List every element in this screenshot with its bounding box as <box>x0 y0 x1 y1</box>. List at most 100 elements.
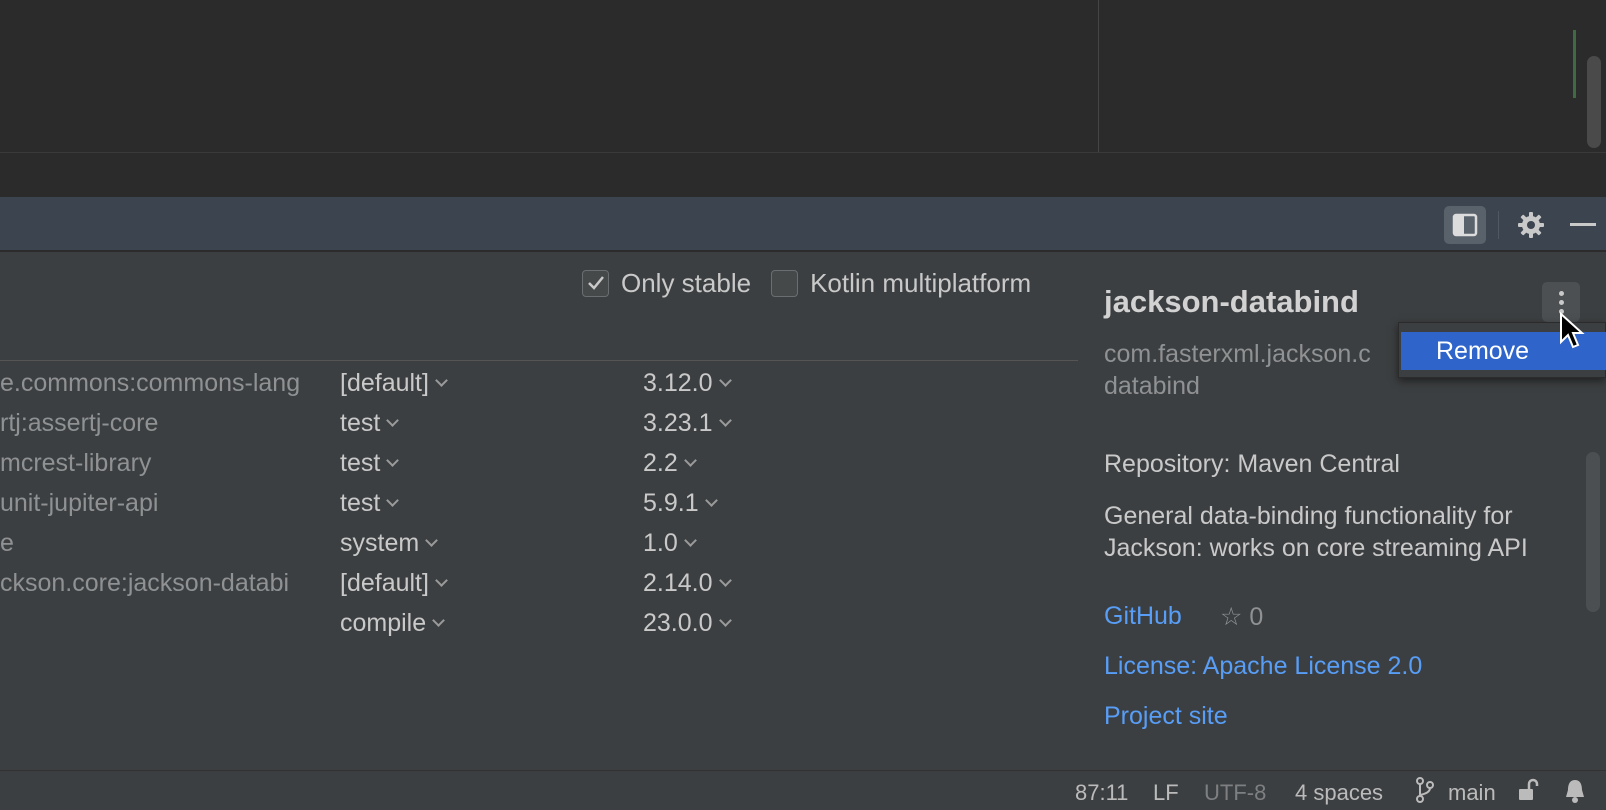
details-scrollbar[interactable] <box>1586 452 1600 612</box>
table-row[interactable]: rtj:assertj-core test 3.23.1 <box>0 405 1078 445</box>
scope-dropdown[interactable]: system <box>340 529 439 558</box>
chevron-down-icon <box>718 414 732 427</box>
cursor-position[interactable]: 87:11 <box>1075 780 1128 806</box>
table-row[interactable]: ckson.core:jackson-databi [default] 2.14… <box>0 565 1078 605</box>
gear-icon <box>1518 212 1544 238</box>
dependency-name: e <box>0 529 14 557</box>
editor-right-margin <box>1098 0 1099 152</box>
only-stable-checkbox[interactable] <box>582 269 609 297</box>
version-dropdown[interactable]: 2.2 <box>643 449 697 478</box>
version-dropdown[interactable]: 3.12.0 <box>643 369 732 398</box>
change-marker <box>1573 30 1576 98</box>
lock-icon[interactable] <box>1516 778 1540 808</box>
version-value: 3.23.1 <box>643 409 713 437</box>
git-branch[interactable]: main <box>1448 780 1496 806</box>
gap-area <box>0 153 1606 197</box>
only-stable-label[interactable]: Only stable <box>621 268 751 299</box>
dependency-name: ckson.core:jackson-databi <box>0 569 290 597</box>
chevron-down-icon <box>386 494 400 507</box>
file-encoding[interactable]: UTF-8 <box>1204 780 1266 806</box>
scope-dropdown[interactable]: [default] <box>340 369 448 398</box>
scope-dropdown[interactable]: [default] <box>340 569 448 598</box>
scope-value: compile <box>340 609 427 637</box>
version-dropdown[interactable]: 1.0 <box>643 529 697 558</box>
editor-area[interactable] <box>0 0 1606 152</box>
minimize-button[interactable] <box>1562 206 1604 244</box>
version-dropdown[interactable]: 3.23.1 <box>643 409 732 438</box>
chevron-down-icon <box>386 454 400 467</box>
scope-value: test <box>340 409 381 437</box>
github-link[interactable]: GitHub <box>1104 602 1182 631</box>
kotlin-multiplatform-filter[interactable]: Kotlin multiplatform <box>771 268 1031 299</box>
only-stable-filter[interactable]: Only stable <box>582 268 751 299</box>
package-description: General data-binding functionality for J… <box>1104 502 1528 562</box>
package-coordinates: com.fasterxml.jackson.c databind <box>1104 338 1394 404</box>
checkmark-icon <box>587 276 604 290</box>
license-link[interactable]: License: Apache License 2.0 <box>1104 652 1422 681</box>
filter-bar: Only stable Kotlin multiplatform <box>582 264 1051 302</box>
editor-scrollbar[interactable] <box>1587 56 1601 148</box>
version-value: 2.14.0 <box>643 569 713 597</box>
chevron-down-icon <box>435 374 448 387</box>
panel-layout-icon <box>1452 213 1478 237</box>
chevron-down-icon <box>718 374 732 387</box>
coordinates-line: databind <box>1104 372 1200 400</box>
version-value: 2.2 <box>643 449 678 477</box>
notifications-icon[interactable] <box>1563 778 1587 810</box>
dependency-name: unit-jupiter-api <box>0 489 159 517</box>
scope-value: test <box>340 489 381 517</box>
table-row[interactable]: unit-jupiter-api test 5.9.1 <box>0 485 1078 525</box>
chevron-down-icon <box>683 534 697 547</box>
dependency-name: e.commons:commons-lang <box>0 369 301 397</box>
table-row[interactable]: compile 23.0.0 <box>0 605 1078 645</box>
mouse-cursor-icon <box>1560 312 1585 349</box>
line-separator[interactable]: LF <box>1153 780 1179 806</box>
tool-window-header <box>0 197 1606 251</box>
scope-value: test <box>340 449 381 477</box>
scope-dropdown[interactable]: test <box>340 449 400 478</box>
dependency-name: rtj:assertj-core <box>0 409 159 437</box>
version-value: 3.12.0 <box>643 369 713 397</box>
table-row[interactable]: e system 1.0 <box>0 525 1078 565</box>
scope-dropdown[interactable]: compile <box>340 609 446 638</box>
kotlin-multiplatform-label[interactable]: Kotlin multiplatform <box>810 268 1031 299</box>
chevron-down-icon <box>704 494 718 507</box>
table-row[interactable]: e.commons:commons-lang [default] 3.12.0 <box>0 365 1078 405</box>
chevron-down-icon <box>432 614 446 627</box>
kebab-dot <box>1558 299 1564 305</box>
table-header-divider <box>0 360 1078 361</box>
scope-value: [default] <box>340 369 429 397</box>
scope-value: system <box>340 529 420 557</box>
chevron-down-icon <box>386 414 400 427</box>
table-row[interactable]: mcrest-library test 2.2 <box>0 445 1078 485</box>
header-separator <box>1498 211 1499 239</box>
project-site-link[interactable]: Project site <box>1104 702 1228 731</box>
version-dropdown[interactable]: 5.9.1 <box>643 489 718 518</box>
chevron-down-icon <box>425 534 439 547</box>
star-count: ☆ 0 <box>1220 603 1264 631</box>
scope-dropdown[interactable]: test <box>340 489 400 518</box>
repository-label: Repository: Maven Central <box>1104 450 1400 478</box>
chevron-down-icon <box>718 614 732 627</box>
toggle-details-button[interactable] <box>1444 206 1486 244</box>
scope-value: [default] <box>340 569 429 597</box>
coordinates-line: com.fasterxml.jackson.c <box>1104 340 1371 368</box>
chevron-down-icon <box>435 574 448 587</box>
version-value: 5.9.1 <box>643 489 699 517</box>
dependency-name: mcrest-library <box>0 449 152 477</box>
version-dropdown[interactable]: 2.14.0 <box>643 569 732 598</box>
settings-button[interactable] <box>1510 206 1552 244</box>
minimize-icon <box>1570 223 1596 226</box>
git-branch-icon <box>1416 777 1434 809</box>
kotlin-multiplatform-checkbox[interactable] <box>771 269 799 297</box>
kebab-dot <box>1558 290 1564 296</box>
version-value: 1.0 <box>643 529 678 557</box>
status-bar: 87:11 LF UTF-8 4 spaces main <box>0 770 1606 810</box>
version-value: 23.0.0 <box>643 609 713 637</box>
package-title: jackson-databind <box>1104 284 1359 319</box>
version-dropdown[interactable]: 23.0.0 <box>643 609 732 638</box>
scope-dropdown[interactable]: test <box>340 409 400 438</box>
chevron-down-icon <box>683 454 697 467</box>
indent-setting[interactable]: 4 spaces <box>1295 780 1383 806</box>
chevron-down-icon <box>718 574 732 587</box>
